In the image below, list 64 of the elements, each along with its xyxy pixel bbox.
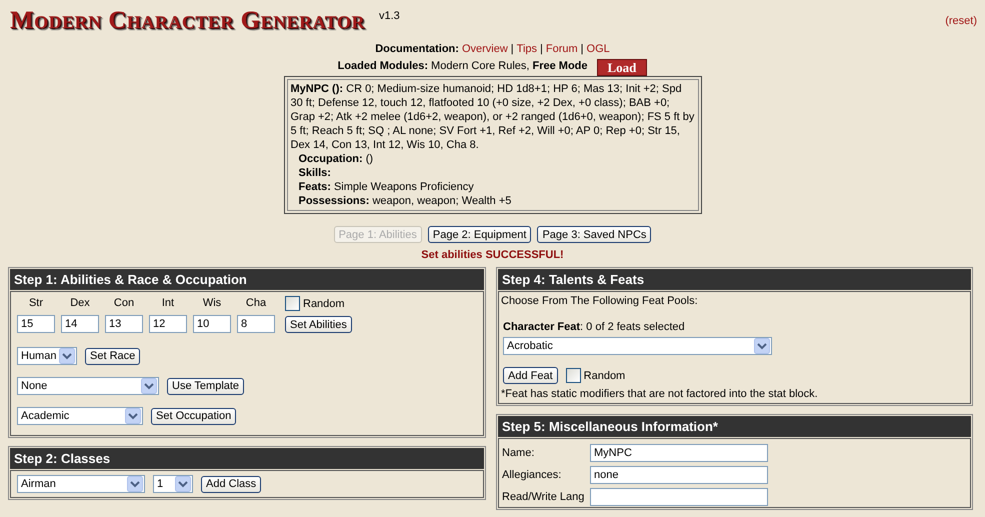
ability-field[interactable]: 8: [237, 315, 275, 333]
link-separator: |: [540, 42, 543, 54]
dropdown[interactable]: None: [17, 377, 159, 395]
feat-pools-text: Choose From The Following Feat Pools:: [501, 295, 699, 307]
feat-count-text: Character Feat: 0 of 2 feats selected: [502, 321, 686, 333]
link-separator: |: [510, 42, 514, 54]
load-button[interactable]: Load: [596, 59, 648, 76]
ability-field[interactable]: 14: [61, 315, 99, 333]
panel-header: Step 5: Miscellaneous Information*: [498, 416, 971, 437]
documentation-label: Documentation:: [375, 42, 459, 54]
reset-link[interactable]: (reset): [945, 15, 977, 27]
page-button[interactable]: Page 2: Equipment: [428, 226, 532, 243]
documentation-link[interactable]: Tips: [516, 42, 538, 54]
dropdown[interactable]: Acrobatic: [503, 337, 772, 355]
ability-label: Con: [114, 297, 134, 309]
action-button[interactable]: Set Occupation: [151, 408, 236, 424]
panel-header: Step 4: Talents & Feats: [498, 269, 971, 290]
set-abilities-button[interactable]: Set Abilities: [285, 316, 352, 333]
modules-label: Loaded Modules:: [338, 60, 428, 72]
checkbox-label: Random: [584, 370, 626, 382]
dropdown[interactable]: Airman: [17, 475, 145, 493]
text-field[interactable]: MyNPC: [590, 444, 768, 462]
ability-field[interactable]: 13: [105, 315, 143, 333]
stat-line: Possessions: weapon, weapon; Wealth +5: [298, 194, 512, 208]
random-checkbox[interactable]: [285, 296, 300, 311]
link-separator: |: [580, 42, 584, 54]
app-title: Modern Character Generator: [10, 6, 365, 36]
feat-note: *Feat has static modifiers that are not factored into the stat block.: [501, 388, 819, 400]
ability-field[interactable]: 12: [149, 315, 187, 333]
mode-label: Free Mode: [532, 60, 588, 72]
action-button[interactable]: Set Race: [85, 348, 140, 364]
ability-label: Cha: [246, 297, 266, 309]
field-label: Read/Write Lang: [502, 491, 586, 503]
add-class-button[interactable]: Add Class: [201, 476, 262, 492]
ability-label: Int: [162, 297, 174, 309]
text-field[interactable]: none: [590, 466, 768, 484]
field-label: Allegiances:: [502, 469, 562, 481]
documentation-link[interactable]: Forum: [546, 42, 578, 54]
panel-header: Step 1: Abilities & Race & Occupation: [10, 269, 484, 290]
ability-field[interactable]: 10: [193, 315, 231, 333]
dropdown[interactable]: Academic: [17, 407, 143, 425]
status-message: Set abilities SUCCESSFUL!: [420, 249, 565, 261]
stat-line: Feats: Simple Weapons Proficiency: [298, 180, 475, 194]
documentation-link[interactable]: OGL: [586, 42, 610, 54]
stat-summary: MyNPC (): CR 0; Medium-size humanoid; HD 1d8+1; HP 6; Mas 13; Init +2; Spd 30 ft; Defense 12, touch 12, flatfooted 10 (+0 size, +2 Dex, +0 class); BAB +0; Grap +2; Atk +2 melee (1d6+2, weapon), or +2 ranged (1d6+0, weapon); FS 5 ft by 5 ft; Reach 5 ft; SQ ; AL none; SV Fort +1, Ref +2, Will +0; AP 0; Rep +0; Str 15, Dex 14, Con 13, Int 12, Wis 10, Cha 8.: [290, 82, 694, 152]
stat-line: Occupation: (): [298, 152, 374, 166]
ability-label: Dex: [70, 297, 90, 309]
checkbox-label: Random: [303, 298, 345, 310]
random-checkbox[interactable]: [566, 368, 581, 383]
stat-line: Skills:: [298, 166, 332, 180]
add-feat-button[interactable]: Add Feat: [503, 367, 558, 384]
documentation-link[interactable]: Overview: [462, 42, 508, 54]
page-button[interactable]: Page 3: Saved NPCs: [537, 226, 652, 243]
field-label: Name:: [502, 447, 536, 459]
ability-field[interactable]: 15: [17, 315, 55, 333]
panel-header: Step 2: Classes: [10, 448, 484, 469]
action-button[interactable]: Use Template: [167, 378, 244, 394]
text-field[interactable]: [590, 488, 768, 506]
dropdown[interactable]: 1: [153, 475, 193, 493]
ability-label: Str: [28, 297, 44, 309]
ability-label: Wis: [202, 297, 222, 309]
modules-text: Modern Core Rules,: [431, 60, 530, 72]
version-label: v1.3: [378, 10, 400, 22]
dropdown[interactable]: Human: [17, 347, 77, 365]
